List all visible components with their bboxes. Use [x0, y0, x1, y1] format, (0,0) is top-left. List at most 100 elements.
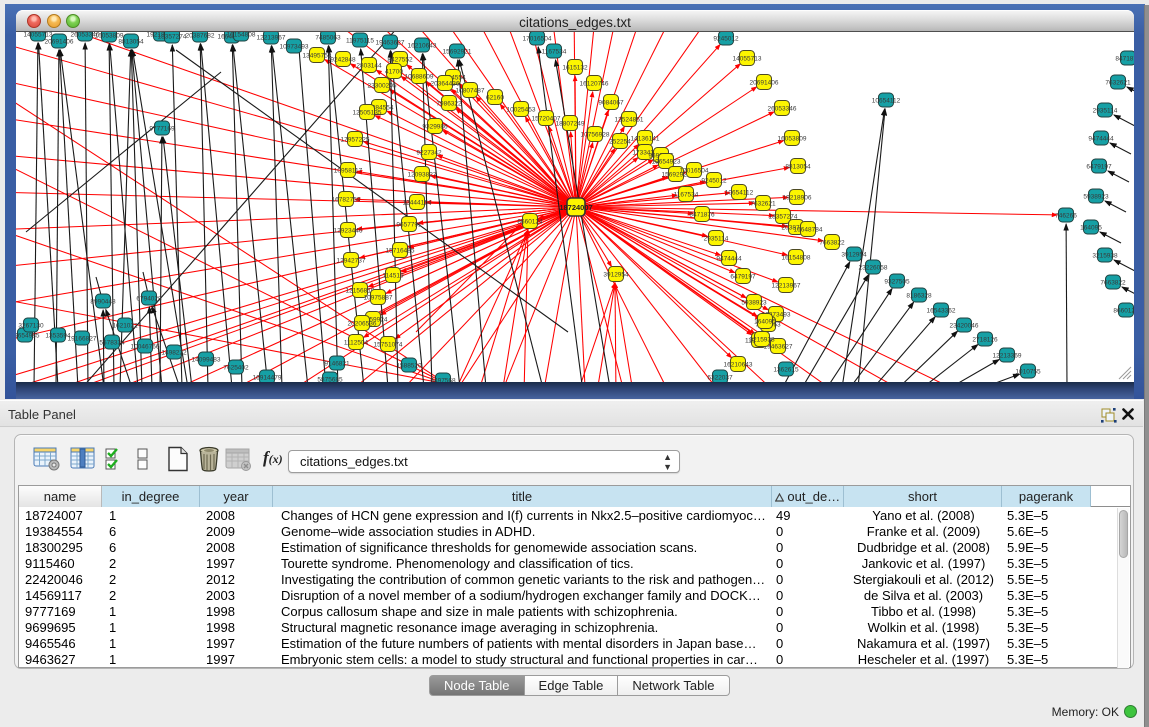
svg-text:16210643: 16210643 [724, 362, 753, 369]
svg-text:10973493: 10973493 [280, 44, 309, 51]
svg-text:9474444: 9474444 [716, 256, 742, 263]
svg-text:7663822: 7663822 [1100, 280, 1126, 287]
svg-text:6479197: 6479197 [1086, 164, 1112, 171]
svg-text:1167534: 1167534 [542, 49, 567, 56]
svg-text:2935114: 2935114 [1093, 108, 1118, 115]
svg-text:16648784: 16648784 [794, 227, 823, 234]
svg-text:9084067: 9084067 [598, 100, 624, 107]
svg-text:9474444: 9474444 [1088, 136, 1114, 143]
svg-text:10975887: 10975887 [364, 295, 393, 302]
svg-text:16210643: 16210643 [408, 43, 437, 50]
svg-text:26053346: 26053346 [768, 106, 797, 113]
svg-text:10958117: 10958117 [334, 168, 363, 175]
svg-text:9245012: 9245012 [713, 36, 739, 43]
svg-text:15692921: 15692921 [443, 49, 472, 56]
svg-text:12213967: 12213967 [257, 35, 286, 42]
svg-text:10688609: 10688609 [405, 74, 434, 81]
svg-text:6479197: 6479197 [730, 274, 756, 281]
svg-text:19166827: 19166827 [68, 336, 97, 343]
svg-text:10756928: 10756928 [581, 132, 610, 139]
svg-text:8813054: 8813054 [118, 39, 144, 46]
svg-text:3912954: 3912954 [841, 252, 867, 259]
svg-text:8660124: 8660124 [1113, 308, 1134, 315]
svg-text:10654112: 10654112 [725, 190, 754, 197]
svg-text:1362615: 1362615 [773, 367, 799, 374]
svg-text:10046766: 10046766 [131, 344, 160, 351]
svg-text:9657791: 9657791 [396, 222, 422, 229]
svg-text:8427552: 8427552 [387, 57, 413, 64]
svg-text:3267130: 3267130 [18, 323, 44, 330]
svg-text:9245012: 9245012 [701, 178, 727, 185]
svg-text:23420046: 23420046 [950, 323, 979, 330]
svg-text:16782759: 16782759 [332, 197, 361, 204]
svg-text:12213967: 12213967 [772, 283, 801, 290]
svg-text:2718126: 2718126 [972, 337, 998, 344]
svg-text:114519: 114519 [382, 273, 404, 280]
svg-text:12093827: 12093827 [408, 172, 437, 179]
svg-text:20364436: 20364436 [431, 81, 460, 88]
svg-text:14055713: 14055713 [733, 56, 762, 63]
svg-text:18807249: 18807249 [556, 121, 585, 128]
svg-text:7632621: 7632621 [1105, 80, 1131, 87]
svg-text:8186328: 8186328 [906, 293, 932, 300]
svg-text:14099483: 14099483 [192, 357, 221, 364]
svg-text:18724007: 18724007 [559, 203, 592, 212]
svg-text:3215938: 3215938 [749, 337, 775, 344]
svg-text:13495753: 13495753 [303, 53, 332, 60]
svg-text:62160: 62160 [486, 95, 504, 102]
svg-text:20691406: 20691406 [750, 80, 779, 87]
svg-text:17016504: 17016504 [523, 36, 552, 43]
svg-text:20206536: 20206536 [348, 321, 377, 328]
svg-text:16543362: 16543362 [927, 308, 956, 315]
svg-text:16154808: 16154808 [227, 32, 256, 39]
svg-text:7663822: 7663822 [819, 240, 845, 247]
svg-text:5938923: 5938923 [741, 300, 767, 307]
svg-text:19654985: 19654985 [16, 333, 40, 340]
svg-text:10654112: 10654112 [872, 98, 901, 105]
svg-text:8660124: 8660124 [517, 219, 543, 226]
svg-text:164095: 164095 [754, 319, 776, 326]
svg-text:7625402: 7625402 [223, 365, 249, 372]
svg-text:9146821: 9146821 [324, 361, 350, 368]
svg-text:23300205: 23300205 [368, 83, 397, 90]
svg-text:23226058: 23226058 [859, 265, 888, 272]
svg-text:15751074: 15751074 [374, 342, 403, 349]
svg-text:8813054: 8813054 [785, 164, 811, 171]
svg-text:1621022: 1621022 [112, 323, 138, 330]
svg-text:18357274: 18357274 [158, 34, 187, 41]
svg-text:41700: 41700 [385, 69, 403, 76]
svg-text:12923446: 12923446 [334, 228, 363, 235]
svg-text:8471876: 8471876 [1115, 56, 1134, 63]
svg-text:17016504: 17016504 [680, 168, 709, 175]
svg-text:11975115: 11975115 [346, 38, 374, 45]
svg-text:12213369: 12213369 [993, 353, 1022, 360]
svg-text:1167534: 1167534 [674, 192, 699, 199]
svg-text:252254: 252254 [609, 139, 631, 146]
svg-text:8471876: 8471876 [689, 212, 715, 219]
svg-text:6322037: 6322037 [707, 375, 733, 382]
svg-text:5875685: 5875685 [317, 377, 343, 383]
svg-text:3215938: 3215938 [1092, 253, 1118, 260]
svg-text:9242848: 9242848 [330, 57, 356, 64]
svg-text:12505135: 12505135 [353, 110, 382, 117]
svg-text:1112504: 1112504 [344, 340, 369, 347]
svg-text:16120746: 16120746 [580, 81, 609, 88]
svg-text:7986322: 7986322 [436, 101, 462, 108]
svg-text:17957225: 17957225 [341, 137, 370, 144]
svg-text:5578334: 5578334 [99, 340, 125, 347]
svg-text:20387682: 20387682 [186, 33, 215, 40]
svg-text:9227342: 9227342 [416, 150, 442, 157]
svg-text:1010755: 1010755 [1015, 369, 1041, 376]
svg-text:15716485: 15716485 [386, 248, 415, 255]
svg-text:10807487: 10807487 [456, 88, 485, 95]
svg-text:5938923: 5938923 [1083, 194, 1109, 201]
svg-text:19218906: 19218906 [783, 195, 812, 202]
svg-text:1498222: 1498222 [161, 350, 187, 357]
svg-text:7632621: 7632621 [750, 201, 776, 208]
svg-text:10025453: 10025453 [507, 107, 536, 114]
svg-text:2935114: 2935114 [704, 236, 729, 243]
svg-text:9777169: 9777169 [149, 126, 175, 133]
svg-text:16914479: 16914479 [253, 375, 282, 382]
svg-text:9329986: 9329986 [422, 124, 448, 131]
svg-text:164095: 164095 [1080, 225, 1102, 232]
